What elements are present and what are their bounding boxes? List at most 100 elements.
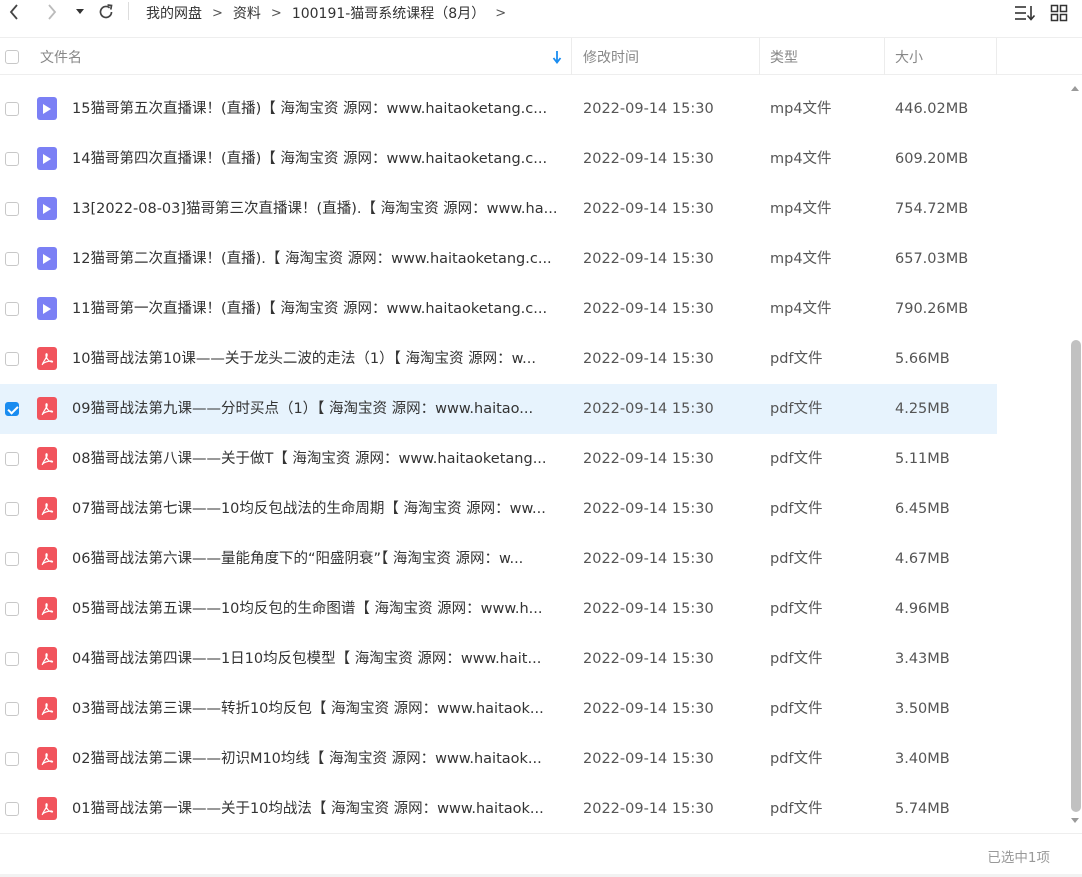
file-type: pdf文件 [770,501,823,517]
table-row[interactable]: 11猫哥第一次直播课！(直播)【 海淘宝资 源网：www.haitaoketan… [0,284,997,334]
header-divider[interactable] [884,38,885,75]
file-modified: 2022-09-14 15:30 [583,201,714,217]
file-size: 790.26MB [895,301,969,317]
file-name: 05猫哥战法第五课——10均反包的生命图谱【 海淘宝资 源网：www.h... [72,601,543,617]
breadcrumb-item-folder[interactable]: 资料 [233,3,261,23]
row-checkbox[interactable] [5,402,19,416]
pdf-file-icon [37,347,57,370]
file-size: 3.50MB [895,701,950,717]
file-name: 02猫哥战法第二课——初识M10均线【 海淘宝资 源网：www.haitaok.… [72,751,542,767]
header-divider[interactable] [996,38,997,75]
row-checkbox[interactable] [5,352,19,366]
breadcrumb-item-current[interactable]: 100191-猫哥系统课程（8月） [292,3,485,23]
caret-down-icon[interactable] [74,2,86,22]
breadcrumb-separator-icon: > [212,5,223,21]
file-type: pdf文件 [770,451,823,467]
file-name: 12猫哥第二次直播课！(直播).【 海淘宝资 源网：www.haitaoketa… [72,251,552,267]
table-row[interactable]: 07猫哥战法第七课——10均反包战法的生命周期【 海淘宝资 源网：ww... 20… [0,484,997,534]
pdf-file-icon [37,547,57,570]
list-header: 文件名 修改时间 类型 大小 [0,37,1082,75]
row-checkbox[interactable] [5,702,19,716]
breadcrumb-separator-icon[interactable]: > [495,6,506,21]
sort-down-arrow-icon[interactable] [552,38,562,75]
file-size: 5.11MB [895,451,950,467]
file-modified: 2022-09-14 15:30 [583,451,714,467]
refresh-icon[interactable] [96,2,116,22]
file-modified: 2022-09-14 15:30 [583,101,714,117]
file-name: 01猫哥战法第一课——关于10均战法【 海淘宝资 源网：www.haitaok.… [72,801,544,817]
file-type: pdf文件 [770,751,823,767]
table-row[interactable]: 05猫哥战法第五课——10均反包的生命图谱【 海淘宝资 源网：www.h... 2… [0,584,997,634]
table-row[interactable]: 08猫哥战法第八课——关于做T【 海淘宝资 源网：www.haitaoketan… [0,434,997,484]
table-row[interactable]: 14猫哥第四次直播课！(直播)【 海淘宝资 源网：www.haitaoketan… [0,134,997,184]
file-name: 10猫哥战法第10课——关于龙头二波的走法（1）【 海淘宝资 源网：w... [72,351,536,367]
scroll-down-icon[interactable] [1071,818,1079,823]
table-row[interactable]: 02猫哥战法第二课——初识M10均线【 海淘宝资 源网：www.haitaok.… [0,734,997,784]
header-modified[interactable]: 修改时间 [583,38,639,75]
table-row[interactable]: 01猫哥战法第一课——关于10均战法【 海淘宝资 源网：www.haitaok.… [0,784,997,834]
file-type: pdf文件 [770,551,823,567]
file-size: 5.74MB [895,801,950,817]
file-type: pdf文件 [770,701,823,717]
pdf-file-icon [37,797,57,820]
row-checkbox[interactable] [5,302,19,316]
table-row[interactable]: 03猫哥战法第三课——转折10均反包【 海淘宝资 源网：www.haitaok.… [0,684,997,734]
scroll-up-icon[interactable] [1071,86,1079,91]
row-checkbox[interactable] [5,252,19,266]
file-type: pdf文件 [770,401,823,417]
row-checkbox[interactable] [5,652,19,666]
table-row[interactable]: 10猫哥战法第10课——关于龙头二波的走法（1）【 海淘宝资 源网：w... 20… [0,334,997,384]
file-modified: 2022-09-14 15:30 [583,351,714,367]
row-checkbox[interactable] [5,802,19,816]
file-name: 04猫哥战法第四课——1日10均反包模型【 海淘宝资 源网：www.hait..… [72,651,542,667]
file-modified: 2022-09-14 15:30 [583,401,714,417]
row-checkbox[interactable] [5,452,19,466]
file-type: mp4文件 [770,101,832,117]
file-modified: 2022-09-14 15:30 [583,601,714,617]
file-modified: 2022-09-14 15:30 [583,251,714,267]
select-all-checkbox[interactable] [5,38,19,75]
table-row[interactable]: 06猫哥战法第六课——量能角度下的“阳盛阴衰”【 海淘宝资 源网：w... 202… [0,534,997,584]
table-row[interactable]: 13[2022-08-03]猫哥第三次直播课！(直播).【 海淘宝资 源网：ww… [0,184,997,234]
header-divider[interactable] [571,38,572,75]
file-name: 09猫哥战法第九课——分时买点（1）【 海淘宝资 源网：www.haitao..… [72,401,534,417]
file-modified: 2022-09-14 15:30 [583,801,714,817]
file-size: 4.25MB [895,401,950,417]
file-type: pdf文件 [770,801,823,817]
pdf-file-icon [37,747,57,770]
video-file-icon [37,147,57,170]
file-name: 03猫哥战法第三课——转折10均反包【 海淘宝资 源网：www.haitaok.… [72,701,544,717]
header-type[interactable]: 类型 [770,38,798,75]
file-modified: 2022-09-14 15:30 [583,751,714,767]
row-checkbox[interactable] [5,552,19,566]
chevron-right-icon[interactable] [44,2,60,22]
file-size: 3.40MB [895,751,950,767]
row-checkbox[interactable] [5,602,19,616]
header-size[interactable]: 大小 [895,38,923,75]
chevron-left-icon[interactable] [6,2,22,22]
row-checkbox[interactable] [5,202,19,216]
file-type: mp4文件 [770,201,832,217]
table-row[interactable]: 04猫哥战法第四课——1日10均反包模型【 海淘宝资 源网：www.hait..… [0,634,997,684]
table-row[interactable]: 12猫哥第二次直播课！(直播).【 海淘宝资 源网：www.haitaoketa… [0,234,997,284]
scrollbar-thumb[interactable] [1071,340,1081,812]
sort-list-icon[interactable] [1014,4,1036,26]
file-name: 14猫哥第四次直播课！(直播)【 海淘宝资 源网：www.haitaoketan… [72,151,548,167]
row-checkbox[interactable] [5,752,19,766]
file-modified: 2022-09-14 15:30 [583,701,714,717]
grid-view-icon[interactable] [1050,4,1068,26]
pdf-file-icon [37,647,57,670]
row-checkbox[interactable] [5,502,19,516]
header-name[interactable]: 文件名 [40,38,82,75]
file-size: 3.43MB [895,651,950,667]
row-checkbox[interactable] [5,152,19,166]
row-checkbox[interactable] [5,102,19,116]
breadcrumb-item-root[interactable]: 我的网盘 [146,3,202,23]
file-size: 4.96MB [895,601,950,617]
header-divider[interactable] [759,38,760,75]
table-row[interactable]: 15猫哥第五次直播课！(直播)【 海淘宝资 源网：www.haitaoketan… [0,84,997,134]
file-name: 13[2022-08-03]猫哥第三次直播课！(直播).【 海淘宝资 源网：ww… [72,201,558,217]
status-bar: 已选中1项 [0,833,1082,877]
breadcrumb-separator-icon: > [270,5,282,21]
table-row[interactable]: 09猫哥战法第九课——分时买点（1）【 海淘宝资 源网：www.haitao..… [0,384,997,434]
